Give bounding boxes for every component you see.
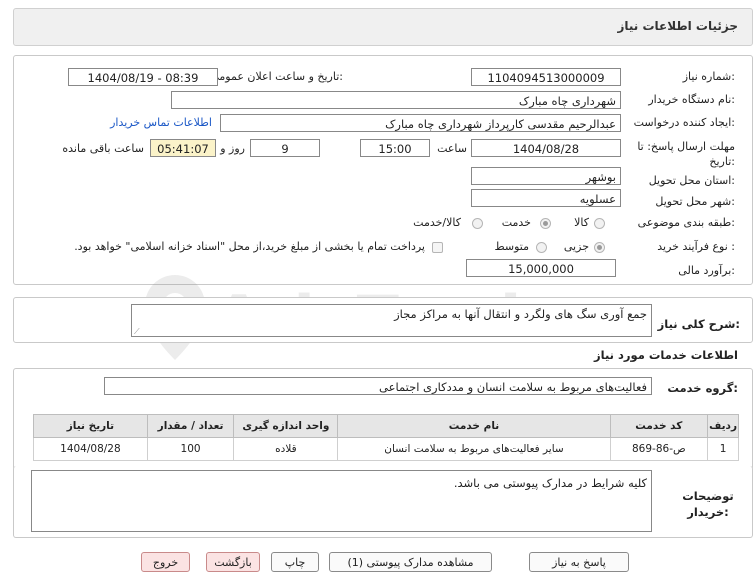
city-field[interactable]: عسلویه bbox=[471, 189, 621, 207]
col-service-name: نام خدمت bbox=[337, 414, 611, 438]
reply-button[interactable]: پاسخ به نیاز bbox=[529, 552, 629, 572]
service-group-label: گروه خدمت: bbox=[667, 381, 738, 395]
province-field[interactable]: بوشهر bbox=[471, 167, 621, 185]
category-radio-service[interactable] bbox=[540, 218, 551, 229]
services-section-title: اطلاعات خدمات مورد نیاز bbox=[594, 348, 738, 362]
page-header: جزئیات اطلاعات نیاز bbox=[13, 8, 753, 46]
days-field[interactable]: 9 bbox=[250, 139, 320, 157]
announce-datetime-field[interactable]: 1404/08/19 - 08:39 bbox=[68, 68, 218, 86]
services-table: تاریخ نیاز تعداد / مقدار واحد اندازه گیر… bbox=[33, 414, 739, 461]
col-service-code: کد خدمت bbox=[609, 414, 709, 438]
deadline-time-label: ساعت bbox=[437, 142, 467, 155]
province-label: استان محل تحویل: bbox=[648, 174, 735, 187]
cell-quantity: 100 bbox=[146, 437, 235, 461]
city-label: شهر محل تحویل: bbox=[655, 195, 735, 208]
cell-unit: قلاده bbox=[233, 437, 339, 461]
col-need-date: تاریخ نیاز bbox=[33, 414, 148, 438]
page-title: جزئیات اطلاعات نیاز bbox=[617, 19, 738, 33]
contact-buyer-link[interactable]: اطلاعات تماس خریدار bbox=[110, 116, 212, 129]
category-option-goods-service: کالا/خدمت bbox=[413, 216, 461, 229]
requester-label: ایجاد کننده درخواست: bbox=[633, 116, 735, 129]
resize-handle-icon[interactable]: ⟋ bbox=[134, 327, 140, 337]
col-row: ردیف bbox=[707, 414, 739, 438]
exit-button[interactable]: خروج bbox=[141, 552, 190, 572]
budget-label: برآورد مالی: bbox=[678, 264, 735, 277]
process-radio-minor[interactable] bbox=[594, 242, 605, 253]
cell-service-name: سایر فعالیت‌های مربوط به سلامت انسان bbox=[337, 437, 611, 461]
announce-datetime-label: تاریخ و ساعت اعلان عمومی: bbox=[210, 70, 343, 83]
requester-field[interactable]: عبدالرحیم مقدسی کارپرداز شهرداری چاه مبا… bbox=[220, 114, 621, 132]
need-number-field[interactable]: 1104094513000009 bbox=[471, 68, 621, 86]
buyer-org-label: نام دستگاه خریدار: bbox=[648, 93, 735, 106]
remaining-time-label: ساعت باقی مانده bbox=[62, 142, 144, 155]
process-label: نوع فرآیند خرید : bbox=[657, 240, 735, 253]
deadline-time-field[interactable]: 15:00 bbox=[360, 139, 430, 157]
category-radio-goods-service[interactable] bbox=[472, 218, 483, 229]
deadline-label: مهلت ارسال پاسخ: تا تاریخ: bbox=[637, 140, 735, 168]
summary-field[interactable]: جمع آوری سگ های ولگرد و انتقال آنها به م… bbox=[131, 304, 652, 337]
treasury-bonds-checkbox[interactable] bbox=[432, 242, 443, 253]
category-option-goods: کالا bbox=[574, 216, 589, 229]
buyer-notes-label: توضیحات خریدار: bbox=[682, 489, 734, 519]
category-option-service: خدمت bbox=[501, 216, 531, 229]
process-option-minor: جزیی bbox=[563, 240, 589, 253]
budget-field[interactable]: 15,000,000 bbox=[466, 259, 616, 277]
process-option-medium: متوسط bbox=[494, 240, 529, 253]
col-unit: واحد اندازه گیری bbox=[233, 414, 339, 438]
table-row[interactable]: 1404/08/28 100 قلاده سایر فعالیت‌های مرب… bbox=[33, 437, 739, 461]
treasury-bonds-note: پرداخت تمام یا بخشی از مبلغ خرید،از محل … bbox=[74, 240, 425, 253]
view-attachments-button[interactable]: مشاهده مدارک پیوستی (1) bbox=[329, 552, 492, 572]
table-header-row: تاریخ نیاز تعداد / مقدار واحد اندازه گیر… bbox=[33, 414, 739, 438]
category-radio-goods[interactable] bbox=[594, 218, 605, 229]
process-radio-medium[interactable] bbox=[536, 242, 547, 253]
buyer-org-field[interactable]: شهرداری چاه مبارک bbox=[171, 91, 621, 109]
cell-service-code: ص-86-869 bbox=[609, 437, 709, 461]
cell-row: 1 bbox=[707, 437, 739, 461]
col-quantity: تعداد / مقدار bbox=[146, 414, 235, 438]
summary-label: شرح کلی نیاز: bbox=[657, 317, 740, 331]
remaining-time-field: 05:41:07 bbox=[150, 139, 216, 157]
deadline-date-field[interactable]: 1404/08/28 bbox=[471, 139, 621, 157]
need-number-label: شماره نیاز: bbox=[682, 70, 735, 83]
cell-need-date: 1404/08/28 bbox=[33, 437, 148, 461]
buyer-notes-field[interactable]: کلیه شرایط در مدارک پیوستی می باشد. bbox=[31, 470, 652, 532]
service-group-field[interactable]: فعالیت‌های مربوط به سلامت انسان و مددکار… bbox=[104, 377, 652, 395]
print-button[interactable]: چاپ bbox=[271, 552, 319, 572]
category-label: طبقه بندی موضوعی: bbox=[637, 216, 735, 229]
back-button[interactable]: بازگشت bbox=[206, 552, 260, 572]
days-label: روز و bbox=[220, 142, 245, 155]
